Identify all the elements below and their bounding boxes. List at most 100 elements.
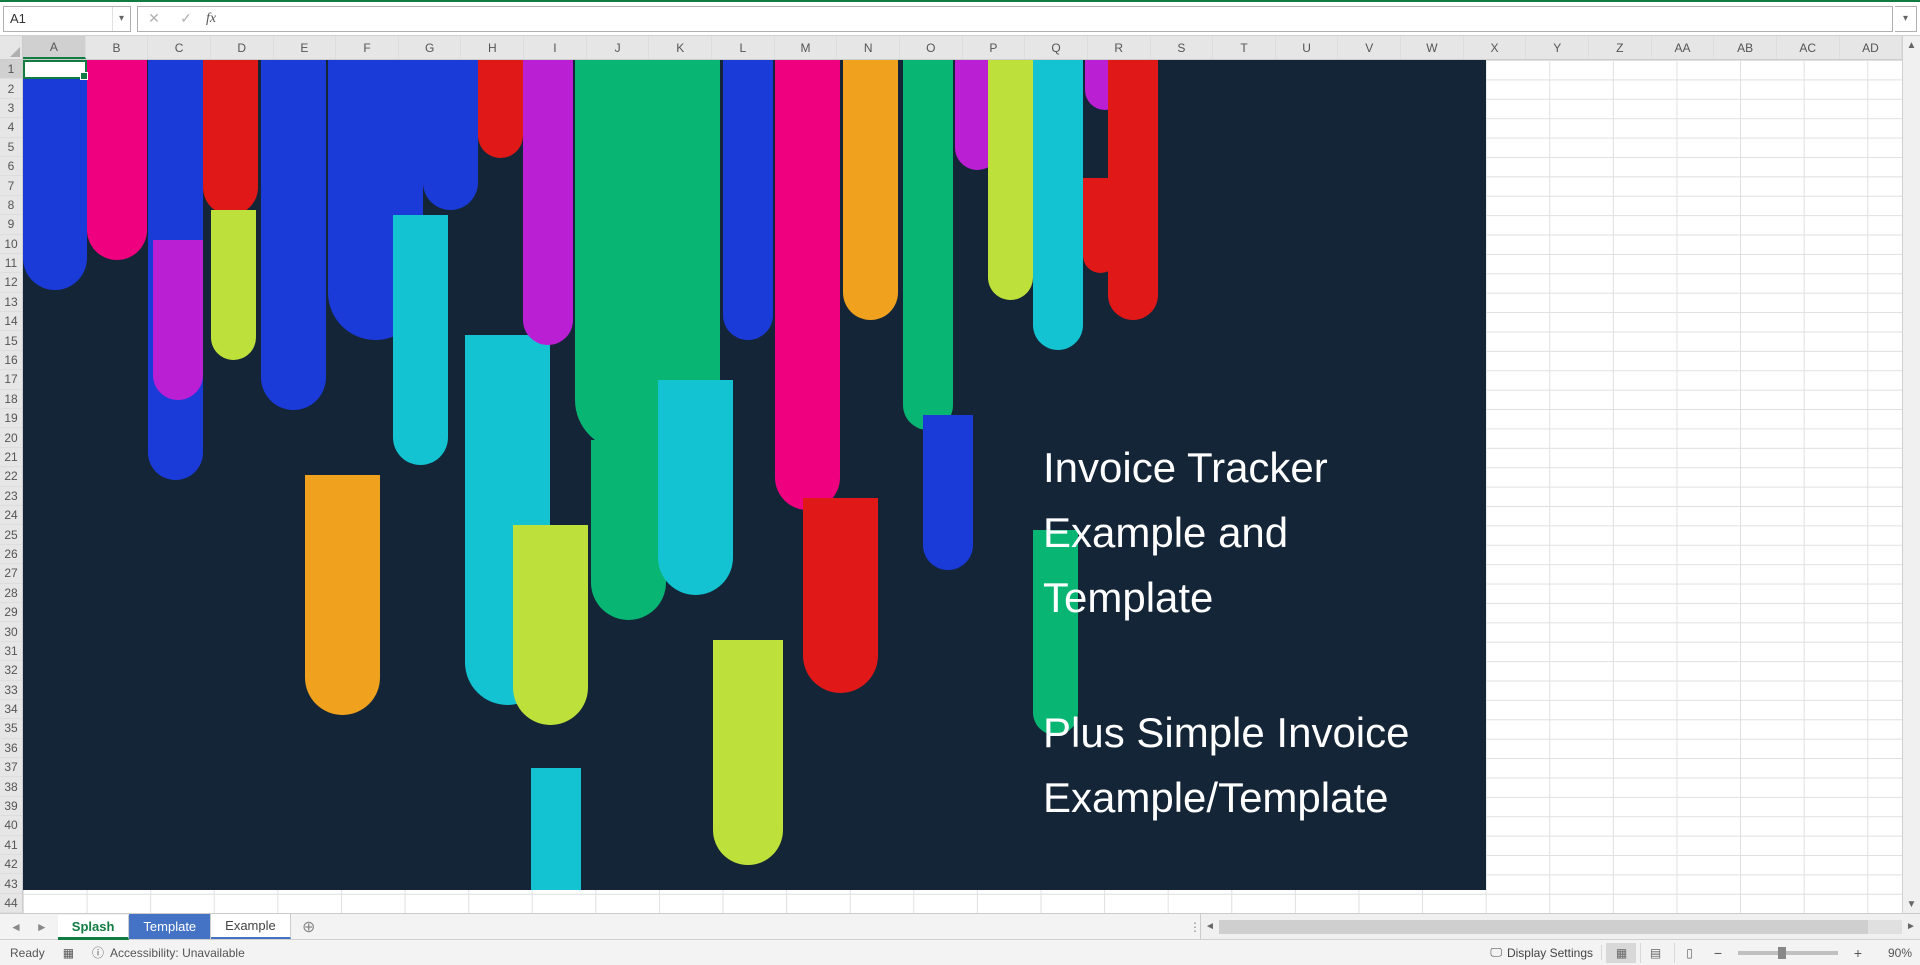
column-header-N[interactable]: N — [837, 36, 900, 59]
column-header-Y[interactable]: Y — [1526, 36, 1589, 59]
column-header-L[interactable]: L — [712, 36, 775, 59]
column-header-M[interactable]: M — [775, 36, 838, 59]
zoom-in-button[interactable]: + — [1848, 943, 1868, 963]
column-header-K[interactable]: K — [649, 36, 712, 59]
row-header-20[interactable]: 20 — [0, 428, 22, 447]
sheet-tab-example[interactable]: Example — [211, 914, 291, 939]
row-header-40[interactable]: 40 — [0, 816, 22, 835]
row-header-31[interactable]: 31 — [0, 642, 22, 661]
scroll-left-icon[interactable]: ◄ — [1201, 914, 1219, 939]
insert-function-icon[interactable]: fx — [202, 11, 222, 27]
column-header-J[interactable]: J — [587, 36, 650, 59]
column-header-U[interactable]: U — [1276, 36, 1339, 59]
row-header-16[interactable]: 16 — [0, 351, 22, 370]
row-header-28[interactable]: 28 — [0, 584, 22, 603]
column-header-G[interactable]: G — [399, 36, 462, 59]
zoom-percent[interactable]: 90% — [1872, 946, 1912, 960]
row-header-1[interactable]: 1 — [0, 60, 22, 79]
row-header-39[interactable]: 39 — [0, 797, 22, 816]
row-header-14[interactable]: 14 — [0, 312, 22, 331]
row-header-44[interactable]: 44 — [0, 894, 22, 913]
active-cell-cursor[interactable] — [23, 60, 87, 79]
cells-viewport[interactable]: Invoice Tracker Example and Template Plu… — [23, 60, 1902, 913]
row-header-21[interactable]: 21 — [0, 448, 22, 467]
row-header-43[interactable]: 43 — [0, 874, 22, 893]
sheet-tab-template[interactable]: Template — [129, 914, 211, 939]
tab-next-icon[interactable]: ► — [36, 920, 48, 934]
tab-prev-icon[interactable]: ◄ — [10, 920, 22, 934]
row-header-38[interactable]: 38 — [0, 777, 22, 796]
row-header-18[interactable]: 18 — [0, 390, 22, 409]
macro-record-icon[interactable]: ▦ — [63, 946, 74, 960]
row-header-12[interactable]: 12 — [0, 273, 22, 292]
zoom-slider[interactable] — [1738, 951, 1838, 955]
column-header-H[interactable]: H — [461, 36, 524, 59]
row-header-4[interactable]: 4 — [0, 118, 22, 137]
row-header-2[interactable]: 2 — [0, 79, 22, 98]
row-header-6[interactable]: 6 — [0, 157, 22, 176]
column-header-C[interactable]: C — [148, 36, 211, 59]
column-header-Z[interactable]: Z — [1589, 36, 1652, 59]
row-header-17[interactable]: 17 — [0, 370, 22, 389]
column-header-V[interactable]: V — [1338, 36, 1401, 59]
vscroll-track[interactable] — [1903, 54, 1920, 895]
column-header-P[interactable]: P — [963, 36, 1026, 59]
row-header-25[interactable]: 25 — [0, 525, 22, 544]
row-header-22[interactable]: 22 — [0, 467, 22, 486]
column-header-A[interactable]: A — [23, 36, 86, 59]
view-page-layout-icon[interactable]: ▤ — [1640, 943, 1670, 963]
scroll-up-icon[interactable]: ▲ — [1903, 36, 1920, 54]
column-header-F[interactable]: F — [336, 36, 399, 59]
formula-bar-expand[interactable]: ▾ — [1895, 6, 1917, 32]
row-header-3[interactable]: 3 — [0, 99, 22, 118]
column-header-S[interactable]: S — [1151, 36, 1214, 59]
row-header-11[interactable]: 11 — [0, 254, 22, 273]
column-header-I[interactable]: I — [524, 36, 587, 59]
column-header-B[interactable]: B — [86, 36, 149, 59]
row-header-27[interactable]: 27 — [0, 564, 22, 583]
select-all-cell[interactable] — [0, 36, 22, 60]
row-header-8[interactable]: 8 — [0, 196, 22, 215]
row-header-35[interactable]: 35 — [0, 719, 22, 738]
row-header-32[interactable]: 32 — [0, 661, 22, 680]
view-page-break-icon[interactable]: ▯ — [1674, 943, 1704, 963]
column-header-W[interactable]: W — [1401, 36, 1464, 59]
column-header-AA[interactable]: AA — [1652, 36, 1715, 59]
row-header-26[interactable]: 26 — [0, 545, 22, 564]
column-header-E[interactable]: E — [274, 36, 337, 59]
row-header-37[interactable]: 37 — [0, 758, 22, 777]
column-header-D[interactable]: D — [211, 36, 274, 59]
row-header-19[interactable]: 19 — [0, 409, 22, 428]
hscroll-track[interactable] — [1219, 920, 1902, 934]
row-header-5[interactable]: 5 — [0, 138, 22, 157]
horizontal-scrollbar[interactable]: ◄ ► — [1200, 914, 1920, 939]
row-header-10[interactable]: 10 — [0, 235, 22, 254]
row-header-30[interactable]: 30 — [0, 622, 22, 641]
add-sheet-button[interactable]: ⊕ — [291, 914, 327, 939]
row-header-13[interactable]: 13 — [0, 293, 22, 312]
tab-split-handle[interactable]: ⋮ — [1190, 914, 1200, 939]
row-header-41[interactable]: 41 — [0, 836, 22, 855]
row-header-29[interactable]: 29 — [0, 603, 22, 622]
sheet-tab-splash[interactable]: Splash — [58, 915, 130, 940]
row-header-9[interactable]: 9 — [0, 215, 22, 234]
column-header-AD[interactable]: AD — [1840, 36, 1902, 59]
column-header-Q[interactable]: Q — [1025, 36, 1088, 59]
row-header-42[interactable]: 42 — [0, 855, 22, 874]
name-box-dropdown[interactable]: ▾ — [112, 7, 130, 31]
row-header-7[interactable]: 7 — [0, 176, 22, 195]
row-header-24[interactable]: 24 — [0, 506, 22, 525]
zoom-out-button[interactable]: − — [1708, 943, 1728, 963]
hscroll-thumb[interactable] — [1219, 920, 1868, 934]
row-header-33[interactable]: 33 — [0, 681, 22, 700]
row-header-34[interactable]: 34 — [0, 700, 22, 719]
name-box[interactable]: A1 — [4, 11, 112, 26]
display-settings-button[interactable]: 🖵 Display Settings — [1490, 945, 1602, 960]
column-header-T[interactable]: T — [1213, 36, 1276, 59]
column-header-AC[interactable]: AC — [1777, 36, 1840, 59]
row-header-15[interactable]: 15 — [0, 331, 22, 350]
view-normal-icon[interactable]: ▦ — [1606, 943, 1636, 963]
column-header-R[interactable]: R — [1088, 36, 1151, 59]
column-header-O[interactable]: O — [900, 36, 963, 59]
accessibility-status[interactable]: ⓘ Accessibility: Unavailable — [92, 944, 245, 961]
